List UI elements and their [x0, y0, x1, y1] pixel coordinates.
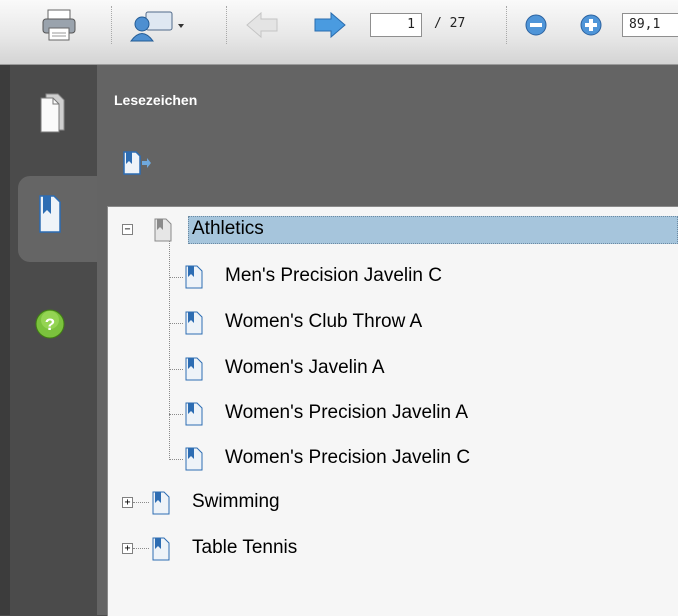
collapse-icon[interactable]: − — [122, 224, 133, 235]
next-page-icon — [314, 11, 346, 39]
tree-connector — [169, 459, 183, 460]
next-page-button[interactable] — [312, 10, 348, 40]
bookmark-table-tennis[interactable]: + Table Tennis — [120, 535, 678, 563]
bookmarks-icon — [39, 195, 61, 233]
tree-connector — [169, 277, 183, 278]
bookmark-icon — [185, 357, 203, 381]
bookmark-icon — [185, 402, 203, 426]
bookmark-options-icon — [123, 151, 151, 175]
cloud-collaborate-icon — [130, 11, 184, 42]
svg-text:?: ? — [45, 315, 55, 334]
prev-page-icon — [246, 11, 278, 39]
bookmark-child[interactable]: Women's Club Throw A — [183, 309, 678, 337]
expand-icon[interactable]: + — [122, 543, 133, 554]
bookmark-label: Women's Precision Javelin C — [225, 447, 471, 468]
toolbar: 1 / 27 89,1 — [0, 0, 678, 65]
rail-edge — [0, 65, 10, 615]
tab-pages[interactable] — [18, 90, 98, 136]
bookmark-label: Table Tennis — [192, 537, 298, 558]
tree-connector — [169, 323, 183, 324]
tree-connector — [133, 502, 149, 503]
bookmark-icon — [152, 491, 170, 515]
tree-connector — [169, 414, 183, 415]
page-count-label: / 27 — [434, 16, 466, 31]
expand-icon[interactable]: + — [122, 497, 133, 508]
bookmark-icon — [185, 447, 203, 471]
bookmark-gray-icon — [154, 218, 172, 242]
bookmark-label: Swimming — [192, 491, 280, 512]
bookmark-label: Women's Club Throw A — [225, 311, 423, 332]
bookmark-child[interactable]: Women's Precision Javelin C — [183, 445, 678, 473]
bookmark-child[interactable]: Women's Javelin A — [183, 355, 678, 383]
bookmark-swimming[interactable]: + Swimming — [120, 489, 678, 517]
tree-connector — [133, 548, 149, 549]
collaborate-button[interactable] — [128, 8, 188, 42]
zoom-in-button[interactable] — [579, 13, 603, 37]
zoom-in-icon — [580, 14, 602, 36]
page-number-input[interactable]: 1 — [370, 13, 422, 37]
bookmark-icon — [185, 265, 203, 289]
zoom-out-button[interactable] — [524, 13, 548, 37]
zoom-input[interactable]: 89,1 — [622, 13, 678, 37]
previous-page-button[interactable] — [244, 10, 280, 40]
panel-title: Lesezeichen — [114, 92, 198, 108]
pages-icon — [40, 93, 65, 133]
bookmark-icon — [152, 537, 170, 561]
tree-connector — [169, 369, 183, 370]
help-icon: ? — [35, 309, 65, 339]
bookmark-label: Women's Precision Javelin A — [225, 402, 468, 423]
bookmark-label: Athletics — [192, 218, 264, 239]
bookmark-label: Men's Precision Javelin C — [225, 265, 442, 286]
bookmark-icon — [185, 311, 203, 335]
tab-bookmarks[interactable] — [18, 190, 98, 240]
printer-icon — [42, 9, 76, 41]
bookmark-options-button[interactable] — [122, 150, 152, 181]
tree-connector — [169, 240, 170, 460]
bookmark-label: Women's Javelin A — [225, 357, 385, 378]
zoom-out-icon — [525, 14, 547, 36]
bookmark-athletics[interactable]: − Athletics — [120, 216, 678, 244]
bookmark-child[interactable]: Men's Precision Javelin C — [183, 263, 678, 291]
print-button[interactable] — [40, 8, 78, 42]
bookmark-child[interactable]: Women's Precision Javelin A — [183, 400, 678, 428]
tab-help[interactable]: ? — [18, 308, 98, 342]
